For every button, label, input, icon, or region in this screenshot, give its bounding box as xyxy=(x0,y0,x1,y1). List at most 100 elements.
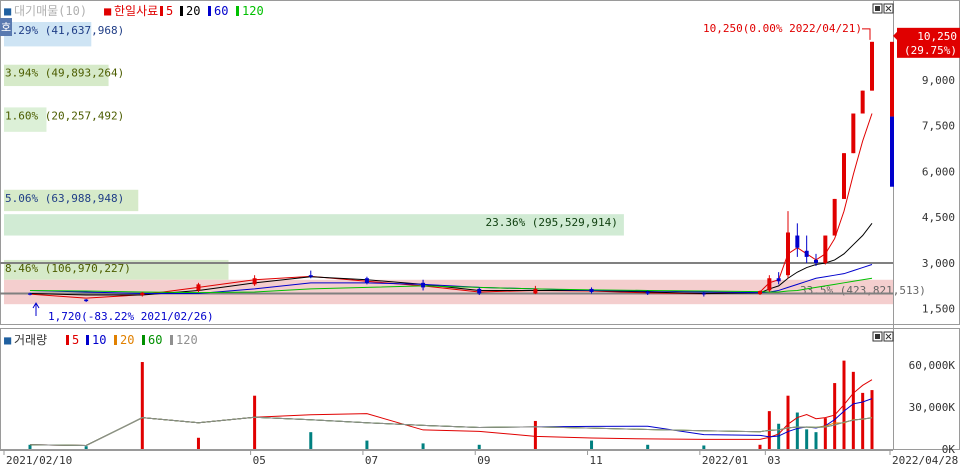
volume-y-tick: 60,000K xyxy=(909,359,956,372)
volume-bar xyxy=(533,420,537,449)
x-tick-label: 11 xyxy=(590,454,603,467)
volume-bar xyxy=(833,383,837,449)
volume-bar xyxy=(786,395,790,449)
volume-bar xyxy=(84,446,88,449)
candle-body xyxy=(308,275,313,277)
candle-body xyxy=(196,284,201,291)
volume-legend-ma-label: 120 xyxy=(176,333,198,347)
volume-legend-ma-swatch xyxy=(170,335,173,345)
legend-product: 한일사료 xyxy=(114,4,158,18)
x-tick-label: 03 xyxy=(767,454,780,467)
candle-body xyxy=(767,278,772,291)
candle-body xyxy=(645,291,650,294)
volume-bar xyxy=(140,362,144,449)
volume-legend-ma-label: 5 xyxy=(72,333,79,347)
volume-bar xyxy=(421,443,425,449)
candle-body xyxy=(477,288,482,294)
candle-body xyxy=(533,288,538,294)
candle-body xyxy=(814,259,818,263)
volume-bar xyxy=(814,432,818,449)
candle-body xyxy=(786,232,790,276)
chart-window: 3.29% (41,637,968) 3.94% (49,893,264) 1.60… xyxy=(0,0,960,469)
candle-body xyxy=(589,288,594,292)
volume-bar xyxy=(758,444,762,449)
volume-bar xyxy=(823,418,827,449)
current-price-change: (29.75%) xyxy=(904,44,957,57)
volume-legend-ma-swatch xyxy=(142,335,145,345)
volume-y-tick: 30,000K xyxy=(909,401,956,414)
volume-legend-ma-swatch xyxy=(66,335,69,345)
volume-profile-label: 5.06% (63,988,948) xyxy=(5,192,124,205)
x-tick-label: 07 xyxy=(365,454,378,467)
legend-checkbox: ■ xyxy=(4,4,12,18)
legend-ma-label: 120 xyxy=(242,4,264,18)
legend-ma-swatch xyxy=(180,6,183,16)
axis-tag-label: 호 xyxy=(1,21,11,34)
low-annotation: 1,720(-83.22% 2021/02/26) xyxy=(48,310,214,323)
current-price-value: 10,250 xyxy=(917,30,957,43)
candle-body xyxy=(252,278,257,285)
volume-legend-ma-swatch xyxy=(86,335,89,345)
candle-body xyxy=(758,291,762,295)
candle-body xyxy=(860,90,865,114)
range-bar-up xyxy=(890,41,894,117)
x-tick-label: 2022/04/28 xyxy=(892,454,958,467)
candle-body xyxy=(823,235,828,263)
volume-legend-checkbox: ■ xyxy=(4,333,12,347)
volume-bar xyxy=(28,444,32,449)
volume-bar xyxy=(196,437,200,449)
legend-ma-label: 5 xyxy=(166,4,173,18)
candle-body xyxy=(140,292,145,296)
maximize-icon xyxy=(875,6,880,11)
candle-body xyxy=(851,113,856,154)
price-y-tick: 9,000 xyxy=(922,74,955,87)
candle-body xyxy=(364,278,369,283)
candle-body xyxy=(84,299,89,302)
volume-bar xyxy=(646,444,650,449)
volume-profile-label: 3.29% (41,637,968) xyxy=(5,24,124,37)
high-annotation: 10,250(0.00% 2022/04/21) xyxy=(703,22,862,35)
x-tick-label: 2021/02/10 xyxy=(6,454,72,467)
volume-bar xyxy=(253,395,257,449)
candle-body xyxy=(804,250,809,257)
volume-profile-label: 1.60% (20,257,492) xyxy=(5,109,124,122)
candle-body xyxy=(832,198,837,236)
price-y-tick: 6,000 xyxy=(922,165,955,178)
candle-body xyxy=(776,278,781,282)
volume-legend-ma-label: 20 xyxy=(120,333,134,347)
volume-legend-ma-label: 10 xyxy=(92,333,106,347)
volume-bar xyxy=(702,445,706,449)
volume-bar xyxy=(805,429,809,449)
candle-body xyxy=(842,153,846,199)
volume-bar xyxy=(851,371,855,449)
range-bar-down xyxy=(890,116,894,187)
candle-body xyxy=(701,293,706,295)
price-y-tick: 7,500 xyxy=(922,120,955,133)
x-tick-label: 09 xyxy=(477,454,490,467)
price-y-tick: 3,000 xyxy=(922,257,955,270)
x-tick-label: 2022/01 xyxy=(702,454,748,467)
stock-chart: 3.29% (41,637,968) 3.94% (49,893,264) 1.60… xyxy=(0,0,960,469)
candle-body xyxy=(795,235,800,248)
legend-ma-swatch xyxy=(236,6,239,16)
x-tick-label: 05 xyxy=(253,454,266,467)
legend-ma-label: 20 xyxy=(186,4,200,18)
volume-bar xyxy=(477,444,481,449)
candle-body xyxy=(870,41,874,91)
legend-indicator: 대기매물(10) xyxy=(14,4,87,18)
volume-bar xyxy=(365,440,369,449)
price-y-tick: 1,500 xyxy=(922,303,955,316)
legend-ma-swatch xyxy=(208,6,211,16)
candle-body xyxy=(421,282,426,288)
price-y-tick: 4,500 xyxy=(922,211,955,224)
volume-profile-label: 23.36% (295,529,914) xyxy=(485,216,617,229)
volume-profile-label: 33.5% (423,821,513) xyxy=(800,284,926,297)
volume-bar xyxy=(309,432,313,449)
volume-bar xyxy=(590,440,594,449)
candle-body xyxy=(28,293,32,295)
volume-legend-label: 거래량 xyxy=(14,333,47,347)
legend-checkbox: ■ xyxy=(104,4,112,18)
legend-ma-label: 60 xyxy=(214,4,228,18)
volume-legend-ma-swatch xyxy=(114,335,117,345)
maximize-icon xyxy=(875,334,880,339)
